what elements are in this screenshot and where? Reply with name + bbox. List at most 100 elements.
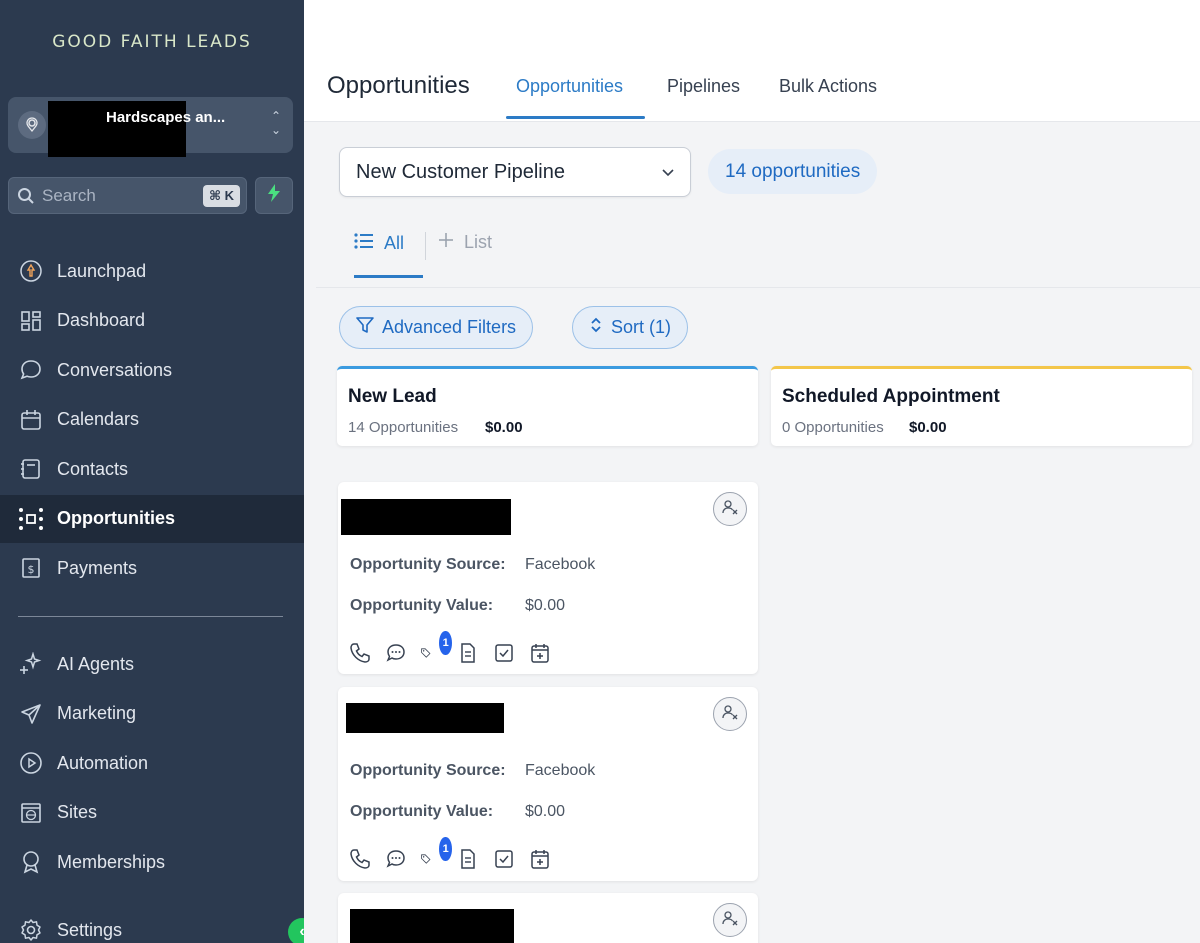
chevron-up-down-icon: ⌃ ⌄ <box>270 109 281 137</box>
opportunity-value-row: Opportunity Value: $0.00 <box>350 803 565 821</box>
view-tab-all-label: All <box>384 233 405 253</box>
task-icon[interactable] <box>492 847 516 871</box>
active-tab-indicator <box>506 116 645 119</box>
redacted-block <box>48 101 103 131</box>
pipeline-select-value: New Customer Pipeline <box>356 161 565 183</box>
tag-icon[interactable]: 1 <box>420 631 452 665</box>
task-icon[interactable] <box>492 641 516 665</box>
plus-icon <box>438 232 454 253</box>
redacted-block <box>350 909 514 943</box>
phone-icon[interactable] <box>348 641 372 665</box>
play-circle-icon <box>18 750 44 776</box>
notes-icon[interactable] <box>456 641 480 665</box>
opportunity-source-label: Opportunity Source: <box>350 762 506 779</box>
sidebar-item-label: Settings <box>57 919 123 940</box>
stage-amount: $0.00 <box>909 419 947 436</box>
unassigned-user-button[interactable] <box>713 492 747 526</box>
sidebar-item-ai-agents[interactable]: AI Agents <box>0 640 304 688</box>
sidebar-item-payments[interactable]: $ Payments <box>0 544 304 592</box>
award-icon <box>18 849 44 875</box>
notes-icon[interactable] <box>456 847 480 871</box>
user-x-icon <box>722 910 738 931</box>
sms-icon[interactable] <box>384 641 408 665</box>
unassigned-user-button[interactable] <box>713 903 747 937</box>
user-x-icon <box>722 704 738 725</box>
brand-logo: GOOD FAITH LEADS <box>52 32 252 52</box>
quick-actions-button[interactable] <box>255 177 293 214</box>
sidebar-item-opportunities[interactable]: Opportunities <box>0 494 304 543</box>
opportunity-value-value: $0.00 <box>525 597 566 614</box>
sidebar-item-dashboard[interactable]: Dashboard <box>0 297 304 345</box>
sidebar-item-calendars[interactable]: Calendars <box>0 396 304 444</box>
search-input[interactable]: Search ⌘ K <box>8 177 247 214</box>
unassigned-user-button[interactable] <box>713 697 747 731</box>
sidebar-item-automation[interactable]: Automation <box>0 739 304 787</box>
advanced-filters-button[interactable]: Advanced Filters <box>339 306 534 349</box>
sidebar-item-marketing[interactable]: Marketing <box>0 690 304 738</box>
sidebar-item-memberships[interactable]: Memberships <box>0 838 304 886</box>
opportunity-value-value: $0.00 <box>525 803 566 820</box>
tag-icon[interactable]: 1 <box>420 837 452 871</box>
globe-window-icon <box>18 800 44 826</box>
sidebar-item-label: AI Agents <box>57 653 135 674</box>
opportunity-card[interactable] <box>338 893 758 943</box>
account-switcher[interactable]: Hardscapes an... ⌃ ⌄ <box>8 97 293 157</box>
sidebar-item-label: Contacts <box>57 458 129 479</box>
sidebar-item-label: Memberships <box>57 851 166 872</box>
opportunity-card[interactable]: Opportunity Source: Facebook Opportunity … <box>338 482 758 674</box>
account-name: Hardscapes an... <box>106 109 226 126</box>
search-placeholder: Search <box>42 186 96 205</box>
filter-icon <box>356 316 374 339</box>
card-actions: 1 <box>348 631 552 665</box>
sidebar-item-sites[interactable]: Sites <box>0 789 304 837</box>
stage-name: New Lead <box>348 386 437 407</box>
contacts-icon <box>18 456 44 482</box>
calendar-add-icon[interactable] <box>528 641 552 665</box>
stage-name: Scheduled Appointment <box>782 386 1000 407</box>
stage-opportunity-count: 0 Opportunities <box>782 419 884 436</box>
location-pin-icon <box>18 111 46 139</box>
sms-icon[interactable] <box>384 847 408 871</box>
search-shortcut: ⌘ K <box>202 185 240 207</box>
tag-count-badge: 1 <box>439 837 452 861</box>
sidebar-item-label: Opportunities <box>57 508 175 528</box>
active-view-indicator <box>354 275 423 278</box>
rocket-icon <box>18 258 44 284</box>
calendar-add-icon[interactable] <box>528 847 552 871</box>
opportunity-source-value: Facebook <box>525 556 596 573</box>
sidebar-item-contacts[interactable]: Contacts <box>0 445 304 493</box>
sidebar-item-label: Automation <box>57 752 149 773</box>
sidebar-item-launchpad[interactable]: Launchpad <box>0 247 304 295</box>
grid-icon <box>18 308 44 334</box>
redacted-block <box>341 499 511 535</box>
tab-opportunities[interactable]: Opportunities <box>516 76 623 97</box>
page-title: Opportunities <box>327 72 470 99</box>
stage-amount: $0.00 <box>485 419 523 436</box>
calendar-icon <box>18 407 44 433</box>
tab-bulk-actions[interactable]: Bulk Actions <box>779 76 877 97</box>
sidebar-item-label: Calendars <box>57 409 140 429</box>
add-list-button[interactable]: List <box>438 232 492 253</box>
sort-button[interactable]: Sort (1) <box>572 306 689 349</box>
opportunity-count-badge: 14 opportunities <box>708 149 878 194</box>
lightning-icon <box>266 184 282 207</box>
tab-pipelines[interactable]: Pipelines <box>667 76 740 97</box>
opportunity-source-row: Opportunity Source: Facebook <box>350 556 595 574</box>
stage-column-new-lead: New Lead 14 Opportunities $0.00 <box>337 366 758 446</box>
sidebar-item-settings[interactable]: Settings <box>0 906 304 943</box>
view-tab-separator <box>425 232 426 260</box>
opportunity-source-value: Facebook <box>525 762 596 779</box>
tag-count-badge: 1 <box>439 631 452 655</box>
pipeline-select[interactable]: New Customer Pipeline <box>339 147 691 197</box>
sidebar-divider <box>18 616 283 617</box>
view-tab-all[interactable]: All <box>354 232 404 255</box>
redacted-block <box>346 703 504 733</box>
sidebar-item-conversations[interactable]: Conversations <box>0 346 304 394</box>
sparkle-icon <box>18 651 44 677</box>
opportunity-card[interactable]: Opportunity Source: Facebook Opportunity … <box>338 687 758 881</box>
chat-icon <box>18 357 44 383</box>
user-x-icon <box>722 499 738 520</box>
payments-icon: $ <box>18 555 44 581</box>
sidebar-item-label: Conversations <box>57 359 173 380</box>
phone-icon[interactable] <box>348 847 372 871</box>
